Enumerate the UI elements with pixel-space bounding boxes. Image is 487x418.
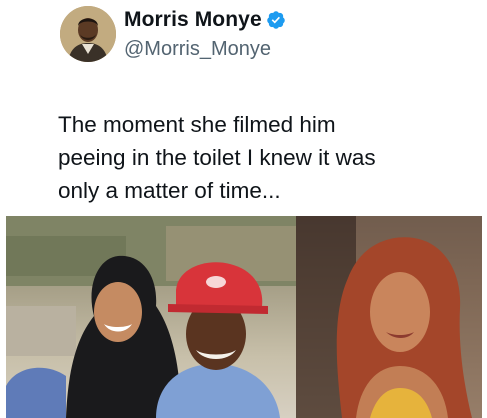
avatar[interactable] xyxy=(60,6,116,62)
author-row: Morris Monye xyxy=(124,8,286,32)
display-name[interactable]: Morris Monye xyxy=(124,8,262,32)
tweet-text-line: peeing in the toilet I knew it was xyxy=(58,145,376,170)
tweet-media[interactable] xyxy=(6,216,482,418)
author-handle[interactable]: @Morris_Monye xyxy=(124,38,271,61)
avatar-photo xyxy=(60,6,116,62)
verified-badge-icon xyxy=(266,11,285,29)
portrait-photo-illustration xyxy=(296,216,482,418)
couple-photo-illustration xyxy=(6,216,296,418)
media-photo-couple[interactable] xyxy=(6,216,296,418)
tweet-text: The moment she filmed him peeing in the … xyxy=(58,108,478,207)
tweet-text-line: The moment she filmed him xyxy=(58,112,336,137)
tweet-text-line: only a matter of time... xyxy=(58,178,281,203)
tweet-card: Morris Monye @Morris_Monye The moment sh… xyxy=(0,0,487,418)
media-photo-portrait[interactable] xyxy=(296,216,482,418)
